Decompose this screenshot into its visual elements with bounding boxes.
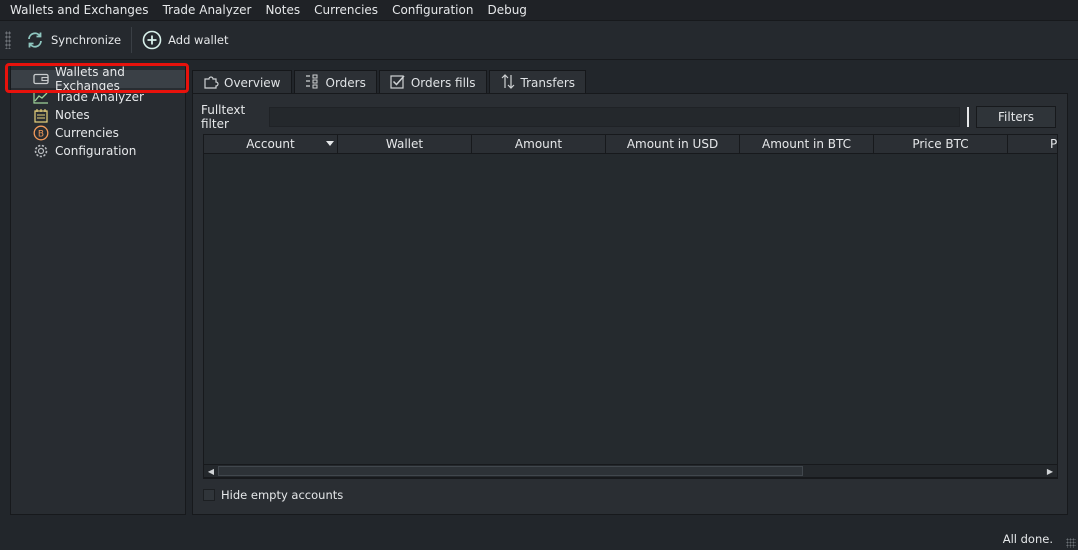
tab-overview[interactable]: Overview bbox=[192, 70, 292, 95]
puzzle-icon bbox=[203, 74, 219, 92]
accounts-table: Account Wallet Amount Amount in USD Amou… bbox=[203, 134, 1058, 479]
sidebar-item-label: Configuration bbox=[55, 144, 137, 158]
column-header-amount-usd[interactable]: Amount in USD bbox=[606, 135, 740, 154]
filter-row: Fulltext filter Filters bbox=[201, 103, 1059, 131]
chart-icon bbox=[33, 89, 49, 105]
list-icon bbox=[305, 74, 321, 92]
transfer-icon bbox=[500, 73, 516, 92]
menu-trade-analyzer[interactable]: Trade Analyzer bbox=[156, 0, 259, 20]
fulltext-filter-label: Fulltext filter bbox=[201, 103, 246, 131]
tab-transfers[interactable]: Transfers bbox=[488, 70, 587, 94]
column-header-price-partial[interactable]: Pr bbox=[1008, 135, 1057, 154]
horizontal-scrollbar[interactable]: ◀ ▶ bbox=[203, 464, 1058, 478]
menu-wallets-and-exchanges[interactable]: Wallets and Exchanges bbox=[3, 0, 156, 20]
tab-orders-fills[interactable]: Orders fills bbox=[378, 70, 487, 94]
fulltext-filter-input[interactable] bbox=[269, 107, 960, 127]
gear-icon bbox=[33, 143, 49, 159]
status-text: All done. bbox=[1002, 532, 1053, 546]
add-wallet-label: Add wallet bbox=[168, 33, 229, 47]
add-wallet-button[interactable]: Add wallet bbox=[136, 25, 234, 55]
scroll-left-icon[interactable]: ◀ bbox=[204, 465, 218, 477]
sidebar-item-label: Currencies bbox=[55, 126, 119, 140]
resize-grip-handle[interactable] bbox=[1066, 538, 1076, 548]
column-header-wallet[interactable]: Wallet bbox=[338, 135, 472, 154]
tab-label: Overview bbox=[224, 76, 281, 90]
synchronize-label: Synchronize bbox=[51, 33, 122, 47]
column-header-price-btc[interactable]: Price BTC bbox=[874, 135, 1008, 154]
scroll-thumb[interactable] bbox=[218, 466, 803, 476]
scroll-right-icon[interactable]: ▶ bbox=[1043, 465, 1057, 477]
table-header: Account Wallet Amount Amount in USD Amou… bbox=[204, 135, 1057, 154]
navigation-sidebar: Wallets and Exchanges Trade Analyzer Not… bbox=[10, 63, 186, 515]
plus-circle-icon bbox=[142, 30, 162, 50]
menu-bar: Wallets and Exchanges Trade Analyzer Not… bbox=[0, 0, 1078, 20]
filter-divider bbox=[967, 107, 969, 127]
menu-notes[interactable]: Notes bbox=[258, 0, 307, 20]
svg-text:B: B bbox=[38, 130, 44, 140]
toolbar-separator bbox=[131, 27, 133, 53]
hide-empty-accounts-checkbox[interactable] bbox=[203, 489, 215, 501]
tab-label: Transfers bbox=[520, 75, 576, 90]
tab-label: Orders fills bbox=[410, 75, 476, 90]
menu-currencies[interactable]: Currencies bbox=[307, 0, 385, 20]
checkbox-icon bbox=[390, 74, 406, 92]
toolbar-grip-handle[interactable] bbox=[5, 31, 11, 49]
status-bar: All done. bbox=[0, 528, 1078, 550]
menu-debug[interactable]: Debug bbox=[480, 0, 533, 20]
hide-empty-accounts-option[interactable]: Hide empty accounts bbox=[203, 488, 343, 502]
hide-empty-accounts-label: Hide empty accounts bbox=[221, 488, 344, 502]
filters-button[interactable]: Filters bbox=[976, 106, 1056, 128]
sidebar-item-currencies[interactable]: B Currencies bbox=[11, 124, 185, 142]
sidebar-item-label: Notes bbox=[55, 108, 90, 122]
synchronize-button[interactable]: Synchronize bbox=[19, 25, 127, 55]
sidebar-item-trade-analyzer[interactable]: Trade Analyzer bbox=[11, 88, 185, 106]
toolbar: Synchronize Add wallet bbox=[0, 20, 1078, 60]
tab-bar: Overview Orders Orders fills Transfers bbox=[192, 70, 587, 95]
sidebar-item-wallets-and-exchanges[interactable]: Wallets and Exchanges bbox=[11, 65, 185, 93]
sort-descending-icon bbox=[326, 141, 334, 146]
sidebar-item-label: Trade Analyzer bbox=[55, 90, 144, 104]
notes-icon bbox=[33, 107, 49, 123]
tab-label: Orders bbox=[325, 75, 366, 90]
tab-orders[interactable]: Orders bbox=[293, 70, 377, 94]
column-header-amount[interactable]: Amount bbox=[472, 135, 606, 154]
sync-icon bbox=[25, 30, 45, 50]
scroll-track[interactable] bbox=[218, 465, 1043, 477]
bitcoin-icon: B bbox=[33, 125, 49, 141]
overview-panel: Fulltext filter Filters Account Wallet A… bbox=[192, 93, 1068, 515]
column-header-amount-btc[interactable]: Amount in BTC bbox=[740, 135, 874, 154]
wallet-icon bbox=[33, 71, 49, 87]
column-header-account[interactable]: Account bbox=[204, 135, 338, 154]
menu-configuration[interactable]: Configuration bbox=[385, 0, 480, 20]
sidebar-item-notes[interactable]: Notes bbox=[11, 106, 185, 124]
sidebar-item-configuration[interactable]: Configuration bbox=[11, 142, 185, 160]
